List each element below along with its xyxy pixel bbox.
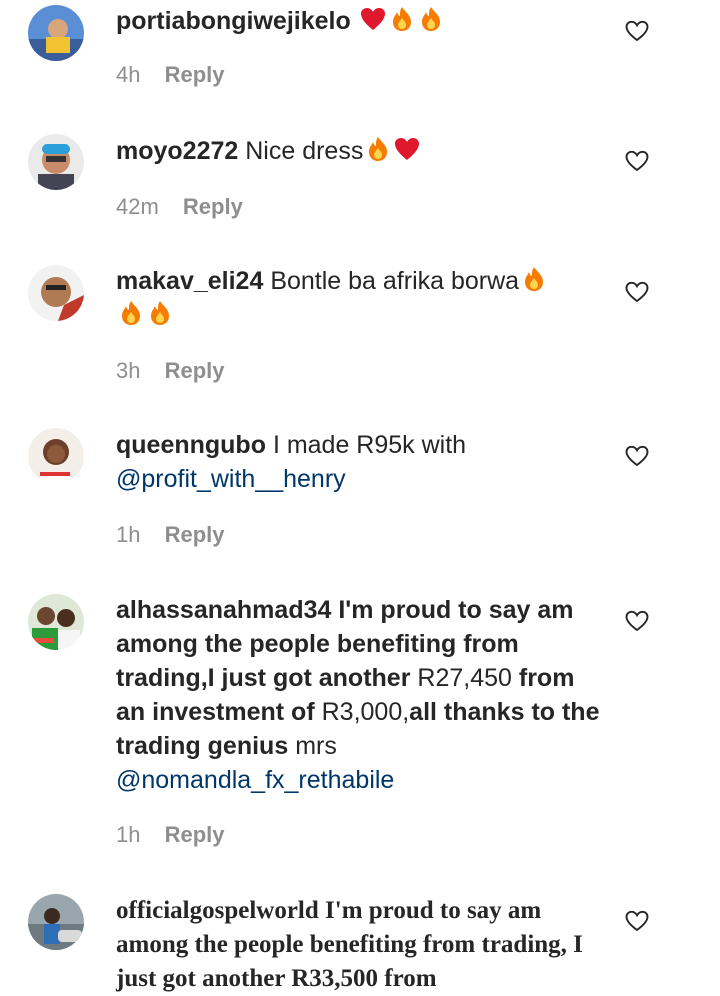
username[interactable]: alhassanahmad34 bbox=[116, 596, 331, 624]
comment-text: Bontle ba afrika borwa bbox=[270, 267, 520, 295]
comment-text: I made R95k with bbox=[272, 431, 467, 459]
comment-meta: 1h Reply bbox=[116, 822, 225, 848]
like-heart-icon[interactable] bbox=[625, 281, 649, 303]
timestamp: 4h bbox=[116, 62, 141, 87]
reply-button[interactable]: Reply bbox=[183, 194, 243, 219]
comment-meta: 3h Reply bbox=[116, 358, 225, 384]
like-heart-icon[interactable] bbox=[625, 910, 649, 932]
username[interactable]: queenngubo bbox=[116, 431, 266, 459]
comment-body: queenngubo I made R95k with @profit_with… bbox=[116, 428, 606, 496]
comment-text: R27,450 bbox=[417, 664, 512, 692]
avatar[interactable] bbox=[28, 428, 84, 484]
timestamp: 42m bbox=[116, 194, 159, 219]
username[interactable]: makav_eli24 bbox=[116, 267, 263, 295]
avatar[interactable] bbox=[28, 134, 84, 190]
comment-text: Nice dress bbox=[245, 137, 364, 165]
timestamp: 3h bbox=[116, 358, 141, 383]
comment-body: makav_eli24 Bontle ba afrika borwa bbox=[116, 264, 606, 332]
comment-text: R3,000, bbox=[321, 698, 410, 726]
fire-emoji bbox=[146, 299, 174, 327]
comment-meta: 42m Reply bbox=[116, 194, 243, 220]
username[interactable]: portiabongiwejikelo bbox=[116, 7, 351, 35]
red-heart-emoji bbox=[393, 135, 421, 163]
avatar[interactable] bbox=[28, 5, 84, 61]
username[interactable]: officialgospelworld bbox=[116, 897, 319, 924]
comment-body: officialgospelworld I'm proud to say am … bbox=[116, 894, 606, 996]
like-heart-icon[interactable] bbox=[625, 20, 649, 42]
fire-emoji bbox=[388, 5, 416, 33]
avatar[interactable] bbox=[28, 594, 84, 650]
fire-emoji bbox=[117, 299, 145, 327]
timestamp: 1h bbox=[116, 822, 141, 847]
comment-body: moyo2272 Nice dress bbox=[116, 134, 606, 168]
fire-emoji bbox=[520, 265, 548, 293]
mention-link[interactable]: @profit_with__henry bbox=[116, 465, 346, 493]
reply-button[interactable]: Reply bbox=[165, 62, 225, 87]
reply-button[interactable]: Reply bbox=[165, 822, 225, 847]
comment-body: alhassanahmad34 I'm proud to say am amon… bbox=[116, 593, 606, 797]
fire-emoji bbox=[364, 135, 392, 163]
username[interactable]: moyo2272 bbox=[116, 137, 238, 165]
comment-meta: 4h Reply bbox=[116, 62, 225, 88]
red-heart-emoji bbox=[359, 5, 387, 33]
like-heart-icon[interactable] bbox=[625, 150, 649, 172]
avatar[interactable] bbox=[28, 265, 84, 321]
comment-text: mrs bbox=[295, 732, 337, 760]
reply-button[interactable]: Reply bbox=[165, 522, 225, 547]
like-heart-icon[interactable] bbox=[625, 445, 649, 467]
fire-emoji bbox=[417, 5, 445, 33]
reply-button[interactable]: Reply bbox=[165, 358, 225, 383]
comment-meta: 1h Reply bbox=[116, 522, 225, 548]
timestamp: 1h bbox=[116, 522, 141, 547]
like-heart-icon[interactable] bbox=[625, 610, 649, 632]
mention-link[interactable]: @nomandla_fx_rethabile bbox=[116, 766, 394, 794]
avatar[interactable] bbox=[28, 894, 84, 950]
comment-body: portiabongiwejikelo bbox=[116, 4, 606, 38]
